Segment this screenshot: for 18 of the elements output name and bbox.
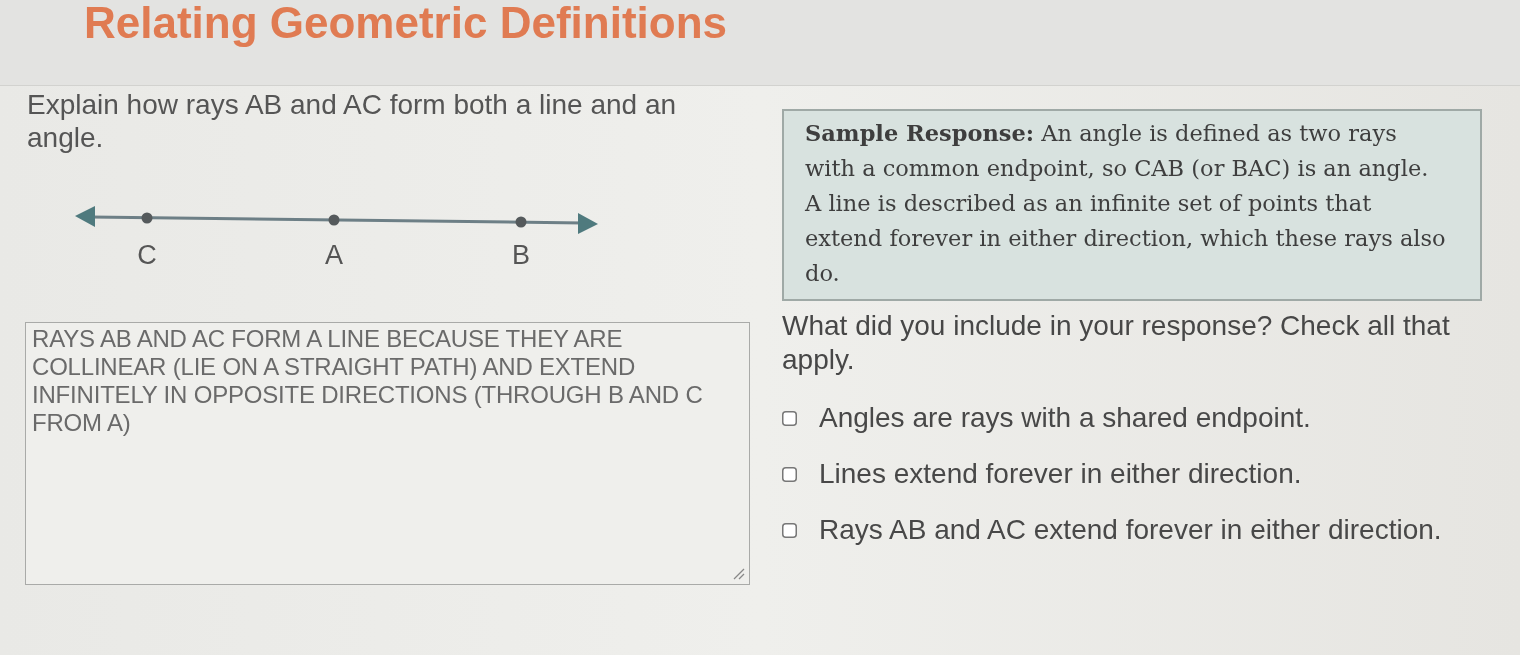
point-icon bbox=[328, 214, 340, 226]
checkbox-option[interactable]: Lines extend forever in either direction. bbox=[782, 458, 1302, 490]
point-label: A bbox=[325, 240, 343, 270]
checkbox-option[interactable]: Angles are rays with a shared endpoint. bbox=[782, 402, 1311, 434]
checklist-question: What did you include in your response? Check all that apply. bbox=[782, 309, 1451, 377]
page-title: Relating Geometric Definitions bbox=[84, 0, 727, 46]
point-label: B bbox=[512, 240, 530, 270]
resize-grip-icon[interactable] bbox=[733, 568, 745, 580]
point-icon bbox=[515, 216, 527, 228]
point-label: C bbox=[137, 240, 157, 270]
sample-response-box: Sample Response: An angle is defined as two rays with a common endpoint, so CAB (or BAC) is an angle. A line is described as an infinite set of points that extend forever in either direction, which these rays also do. bbox=[782, 109, 1482, 301]
checkbox[interactable] bbox=[782, 466, 797, 482]
answer-box[interactable]: RAYS AB AND AC FORM A LINE BECAUSE THEY ARE COLLINEAR (LIE ON A STRAIGHT PATH) AND EXTEND INFINITELY IN OPPOSITE DIRECTIONS (THROUGH B AND C FROM A) bbox=[25, 322, 750, 585]
question-prompt: Explain how rays AB and AC form both a line and an angle. bbox=[27, 88, 678, 154]
checkbox-option[interactable]: Rays AB and AC extend forever in either direction. bbox=[782, 514, 1442, 546]
point-icon bbox=[141, 212, 153, 224]
checkbox[interactable] bbox=[782, 522, 797, 538]
checkbox[interactable] bbox=[782, 410, 797, 426]
